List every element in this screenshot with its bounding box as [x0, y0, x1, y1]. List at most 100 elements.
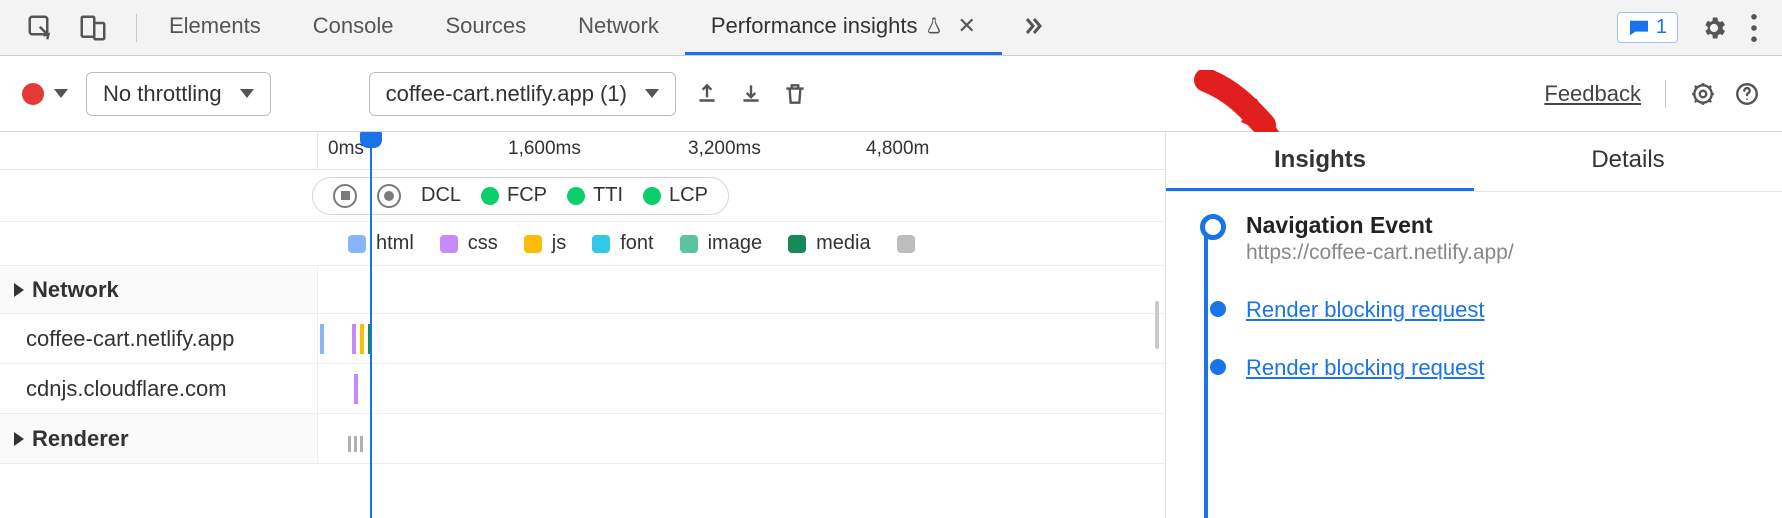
- record-button[interactable]: [22, 83, 44, 105]
- legend-media: media: [816, 232, 870, 255]
- swatch-image-icon: [680, 235, 698, 253]
- gear-icon[interactable]: [1700, 14, 1728, 42]
- close-tab-icon[interactable]: ✕: [958, 13, 976, 39]
- record-marker-icon: [377, 184, 401, 208]
- swatch-other-icon: [897, 235, 915, 253]
- swatch-css-icon: [440, 235, 458, 253]
- swatch-font-icon: [592, 235, 610, 253]
- track-renderer-header[interactable]: Renderer: [0, 414, 1165, 464]
- legend-js: js: [552, 232, 566, 255]
- time-ruler[interactable]: 0ms 1,600ms 3,200ms 4,800m: [0, 132, 1165, 170]
- tti-dot-icon: [567, 187, 585, 205]
- tab-console[interactable]: Console: [287, 0, 420, 55]
- insights-pane: Insights Details Navigation Event https:…: [1166, 132, 1782, 518]
- render-blocking-link[interactable]: Render blocking request: [1246, 297, 1484, 322]
- tab-sources[interactable]: Sources: [419, 0, 552, 55]
- right-tabs: Insights Details: [1166, 132, 1782, 192]
- swatch-html-icon: [348, 235, 366, 253]
- track-host1-label: coffee-cart.netlify.app: [26, 326, 234, 352]
- chevron-down-icon: [645, 89, 659, 98]
- tabstrip-divider: [136, 14, 137, 42]
- ruler-tick: 4,800m: [866, 138, 929, 160]
- insights-list: Navigation Event https://coffee-cart.net…: [1166, 192, 1782, 518]
- flask-icon: [924, 15, 944, 37]
- render-blocking-link[interactable]: Render blocking request: [1246, 355, 1484, 380]
- timeline-node-icon: [1210, 301, 1226, 317]
- swatch-media-icon: [788, 235, 806, 253]
- toolbar-divider: [1665, 80, 1666, 108]
- marker-tti-label: TTI: [593, 184, 623, 207]
- record-group: [22, 83, 68, 105]
- insight-render-blocking-2[interactable]: Render blocking request: [1246, 355, 1772, 381]
- legend-font: font: [620, 232, 653, 255]
- marker-fcp-label: FCP: [507, 184, 547, 207]
- tab-network[interactable]: Network: [552, 0, 685, 55]
- settings-cog-icon[interactable]: [1690, 81, 1716, 107]
- swatch-js-icon: [524, 235, 542, 253]
- recordings-select[interactable]: coffee-cart.netlify.app (1): [369, 72, 676, 116]
- tabstrip-right: 1: [1617, 12, 1778, 43]
- track-host1[interactable]: coffee-cart.netlify.app: [0, 314, 1165, 364]
- legend-css: css: [468, 232, 498, 255]
- export-icon[interactable]: [694, 81, 720, 107]
- import-icon[interactable]: [738, 81, 764, 107]
- pane-splitter[interactable]: [1148, 132, 1166, 518]
- timeline-node-icon: [1200, 214, 1226, 240]
- kebab-menu-icon[interactable]: [1750, 14, 1758, 42]
- track-host2[interactable]: cdnjs.cloudflare.com: [0, 364, 1165, 414]
- devtools-tabstrip: Elements Console Sources Network Perform…: [0, 0, 1782, 56]
- tab-performance-insights-label: Performance insights: [711, 13, 918, 39]
- disclosure-triangle-icon: [14, 432, 24, 446]
- disclosure-triangle-icon: [14, 283, 24, 297]
- nav-event-url: https://coffee-cart.netlify.app/: [1246, 241, 1772, 265]
- timeline-node-icon: [1210, 359, 1226, 375]
- request-bar[interactable]: [354, 374, 358, 404]
- tabstrip-left-icons: [4, 13, 130, 43]
- ruler-tick: 0ms: [328, 138, 364, 160]
- markers-pill[interactable]: DCL FCP TTI LCP: [312, 177, 729, 215]
- renderer-bar[interactable]: [354, 436, 357, 452]
- request-bar[interactable]: [320, 324, 324, 354]
- feedback-link[interactable]: Feedback: [1544, 81, 1641, 107]
- request-bar[interactable]: [360, 324, 364, 354]
- track-network-label: Network: [32, 277, 119, 303]
- track-network-header[interactable]: Network: [0, 266, 1165, 314]
- insight-navigation-event[interactable]: Navigation Event https://coffee-cart.net…: [1246, 212, 1772, 265]
- delete-icon[interactable]: [782, 81, 808, 107]
- timeline-pane: 0ms 1,600ms 3,200ms 4,800m DCL FCP TTI L…: [0, 132, 1166, 518]
- issues-count: 1: [1656, 16, 1667, 39]
- help-icon[interactable]: [1734, 81, 1760, 107]
- legend-html: html: [376, 232, 414, 255]
- nav-event-title: Navigation Event: [1246, 212, 1772, 239]
- renderer-bar[interactable]: [360, 436, 363, 452]
- throttling-select[interactable]: No throttling: [86, 72, 271, 116]
- request-bar[interactable]: [368, 324, 372, 354]
- throttling-value: No throttling: [103, 81, 222, 107]
- tab-insights[interactable]: Insights: [1166, 146, 1474, 191]
- tabs-overflow-icon[interactable]: [1002, 0, 1062, 55]
- tab-performance-insights[interactable]: Performance insights ✕: [685, 0, 1002, 55]
- ruler-tick: 3,200ms: [688, 138, 761, 160]
- renderer-bar[interactable]: [348, 436, 351, 452]
- lcp-dot-icon: [643, 187, 661, 205]
- track-renderer-label: Renderer: [32, 426, 129, 452]
- chevron-down-icon: [240, 89, 254, 98]
- insights-rail: [1204, 218, 1208, 518]
- legend-image: image: [708, 232, 762, 255]
- ruler-tick: 1,600ms: [508, 138, 581, 160]
- marker-lcp-label: LCP: [669, 184, 708, 207]
- stop-icon: [333, 184, 357, 208]
- fcp-dot-icon: [481, 187, 499, 205]
- inspect-icon[interactable]: [26, 13, 56, 43]
- perf-insights-toolbar: No throttling coffee-cart.netlify.app (1…: [0, 56, 1782, 132]
- device-toggle-icon[interactable]: [78, 13, 108, 43]
- issues-icon: [1628, 19, 1650, 37]
- tab-elements[interactable]: Elements: [143, 0, 287, 55]
- track-host2-label: cdnjs.cloudflare.com: [26, 376, 227, 402]
- insight-render-blocking-1[interactable]: Render blocking request: [1246, 297, 1772, 323]
- record-options-caret[interactable]: [54, 89, 68, 98]
- tab-details[interactable]: Details: [1474, 146, 1782, 191]
- issues-badge[interactable]: 1: [1617, 12, 1678, 43]
- network-legend: html css js font image media: [0, 222, 1165, 266]
- request-bar[interactable]: [352, 324, 356, 354]
